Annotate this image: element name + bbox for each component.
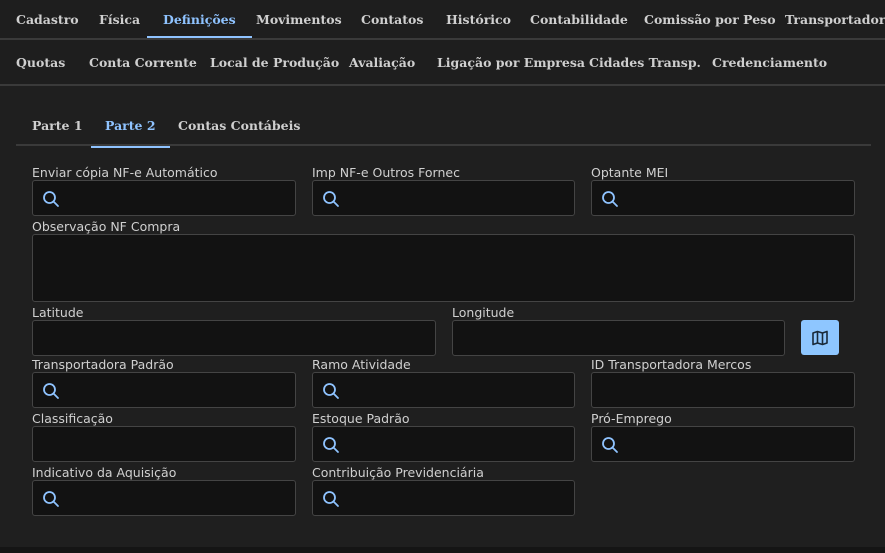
longitude-label: Longitude: [452, 305, 515, 320]
enviar-copia-field[interactable]: [32, 180, 296, 216]
bottom-strip: [0, 547, 885, 553]
tab-transportador[interactable]: Transportador: [785, 0, 885, 38]
ramo-atividade-label: Ramo Atividade: [312, 357, 411, 372]
tab-fisica[interactable]: Física: [99, 0, 140, 38]
classificacao-field[interactable]: [32, 426, 296, 462]
observacao-label: Observação NF Compra: [32, 219, 181, 234]
tab-contabilidade[interactable]: Contabilidade: [530, 0, 628, 38]
pro-emprego-field[interactable]: [591, 426, 855, 462]
transportadora-label: Transportadora Padrão: [32, 357, 174, 372]
subtab-parte-1[interactable]: Parte 1: [32, 104, 83, 146]
search-icon[interactable]: [322, 382, 340, 400]
estoque-padrao-field[interactable]: [312, 426, 575, 462]
enviar-copia-label: Enviar cópia NF-e Automático: [32, 165, 218, 180]
tab-contatos[interactable]: Contatos: [361, 0, 423, 38]
subtabs: Parte 1 Parte 2 Contas Contábeis: [16, 104, 871, 148]
search-icon[interactable]: [601, 436, 619, 454]
tab-historico[interactable]: Histórico: [446, 0, 511, 38]
imp-nfe-field[interactable]: [312, 180, 575, 216]
tab-definicoes[interactable]: Definições: [147, 0, 252, 38]
id-transportadora-label: ID Transportadora Mercos: [591, 357, 752, 372]
secondary-tabbar: Quotas Conta Corrente Local de Produção …: [0, 40, 885, 84]
observacao-textarea[interactable]: [32, 234, 855, 302]
indicativo-label: Indicativo da Aquisição: [32, 465, 177, 480]
search-icon[interactable]: [322, 490, 340, 508]
optante-mei-label: Optante MEI: [591, 165, 669, 180]
tab-cidades-transp[interactable]: Cidades Transp.: [589, 40, 701, 84]
search-icon[interactable]: [42, 382, 60, 400]
search-icon[interactable]: [322, 190, 340, 208]
main-tabbar: Cadastro Física Definições Movimentos Co…: [0, 0, 885, 38]
pro-emprego-label: Pró-Emprego: [591, 411, 672, 426]
imp-nfe-label: Imp NF-e Outros Fornec: [312, 165, 460, 180]
tab-credenciamento[interactable]: Credenciamento: [712, 40, 827, 84]
tab-ligacao-por-empresa[interactable]: Ligação por Empresa: [437, 40, 585, 84]
map-button[interactable]: [801, 320, 839, 355]
tab-comissao-por-peso[interactable]: Comissão por Peso: [644, 0, 776, 38]
contribuicao-label: Contribuição Previdenciária: [312, 465, 484, 480]
subtab-contas-contabeis[interactable]: Contas Contábeis: [178, 104, 300, 146]
indicativo-field[interactable]: [32, 480, 296, 516]
tab-movimentos[interactable]: Movimentos: [256, 0, 342, 38]
search-icon[interactable]: [601, 190, 619, 208]
transportadora-field[interactable]: [32, 372, 296, 408]
contribuicao-field[interactable]: [312, 480, 575, 516]
tab-local-de-producao[interactable]: Local de Produção: [210, 40, 339, 84]
latitude-field[interactable]: [32, 320, 436, 356]
search-icon[interactable]: [42, 190, 60, 208]
tab-avaliacao[interactable]: Avaliação: [349, 40, 415, 84]
optante-mei-field[interactable]: [591, 180, 855, 216]
longitude-field[interactable]: [452, 320, 785, 356]
subtab-parte-2[interactable]: Parte 2: [91, 104, 169, 148]
latitude-label: Latitude: [32, 305, 84, 320]
id-transportadora-field[interactable]: [591, 372, 855, 408]
tab-conta-corrente[interactable]: Conta Corrente: [89, 40, 197, 84]
tab-quotas[interactable]: Quotas: [16, 40, 65, 84]
ramo-atividade-field[interactable]: [312, 372, 575, 408]
map-icon: [812, 330, 828, 345]
search-icon[interactable]: [42, 490, 60, 508]
search-icon[interactable]: [322, 436, 340, 454]
classificacao-label: Classificação: [32, 411, 113, 426]
estoque-padrao-label: Estoque Padrão: [312, 411, 410, 426]
tab-cadastro[interactable]: Cadastro: [16, 0, 79, 38]
